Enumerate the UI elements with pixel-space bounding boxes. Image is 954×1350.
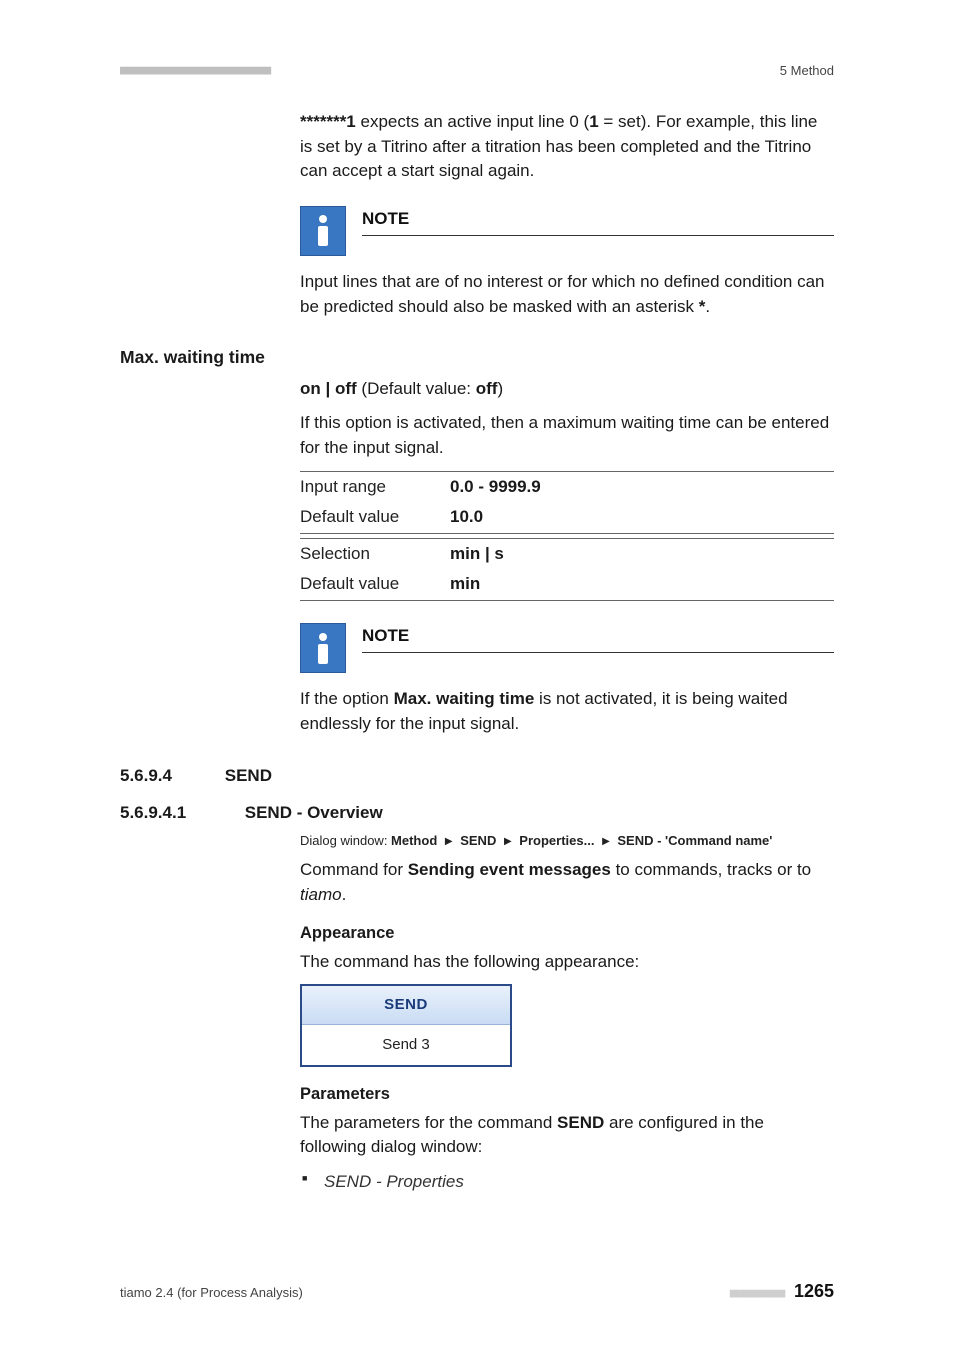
param-label: Input range [300,471,450,502]
triangle-icon: ▶ [504,835,512,850]
table-row: Selection min | s [300,538,834,569]
maxwait-desc: If this option is activated, then a maxi… [300,411,834,460]
page-header: ■■■■■■■■■■■■■■■■■■■■■■ 5 Method [120,62,834,81]
path-part: SEND - 'Command name' [617,833,772,848]
note1-text-end: . [705,297,710,316]
list-item: SEND - Properties [318,1170,834,1195]
footer-left: tiamo 2.4 (for Process Analysis) [120,1284,303,1303]
section-title: SEND [225,766,272,785]
maxwait-paren-label: (Default value: [357,379,476,398]
param-label: Default value [300,569,450,600]
path-part: Properties... [519,833,594,848]
dialog-label: Dialog window: [300,833,391,848]
note2-bold: Max. waiting time [394,689,535,708]
param-label: Default value [300,502,450,533]
intro-paragraph: *******1 expects an active input line 0 … [300,110,834,184]
param-value: min | s [450,538,834,569]
send-command-desc: Command for Sending event messages to co… [300,858,834,907]
param-desc-1: The parameters for the command [300,1113,557,1132]
triangle-icon: ▶ [445,835,453,850]
intro-one-bold: 1 [589,112,598,131]
section-title: SEND - Overview [245,803,383,822]
cmd-desc-italic: tiamo [300,885,342,904]
param-value: min [450,569,834,600]
chapter-label: 5 Method [780,62,834,81]
note-body-1: Input lines that are of no interest or f… [300,270,834,319]
send-box-title: SEND [302,986,510,1025]
note-body-2: If the option Max. waiting time is not a… [300,687,834,736]
maxwait-default: off [476,379,498,398]
param-value: 10.0 [450,502,834,533]
parameters-desc: The parameters for the command SEND are … [300,1111,834,1160]
param-label: Selection [300,538,450,569]
maxwait-paren-close: ) [497,379,503,398]
footer-dots: ■■■■■■■■ [730,1286,785,1301]
dialog-window-path: Dialog window: Method ▶ SEND ▶ Propertie… [300,832,834,851]
cmd-desc-bold: Sending event messages [408,860,611,879]
table-row: Input range 0.0 - 9999.9 [300,471,834,502]
section-number: 5.6.9.4.1 [120,801,240,826]
footer-right: ■■■■■■■■ 1265 [730,1278,834,1304]
path-part: SEND [460,833,496,848]
note-box-1: NOTE Input lines that are of no interest… [300,206,834,319]
page-footer: tiamo 2.4 (for Process Analysis) ■■■■■■■… [120,1278,834,1304]
cmd-desc-3: . [342,885,347,904]
parameters-heading: Parameters [300,1083,834,1107]
triangle-icon: ▶ [602,835,610,850]
info-icon [300,206,346,256]
page-number: 1265 [794,1281,834,1301]
max-waiting-heading: Max. waiting time [120,345,834,370]
param-desc-bold: SEND [557,1113,604,1132]
send-box-label: Send 3 [302,1025,510,1065]
cmd-desc-1: Command for [300,860,408,879]
parameters-list: SEND - Properties [300,1170,834,1195]
intro-pattern: *******1 [300,112,356,131]
section-5.6.9.4.1: 5.6.9.4.1 SEND - Overview [120,801,834,826]
intro-text-1: expects an active input line 0 ( [356,112,589,131]
note-box-2: NOTE If the option Max. waiting time is … [300,623,834,736]
table-row: Default value 10.0 [300,502,834,533]
header-dots: ■■■■■■■■■■■■■■■■■■■■■■ [120,62,270,81]
table-row: Default value min [300,569,834,600]
maxwait-options: on | off [300,379,357,398]
path-part: Method [391,833,437,848]
appearance-desc: The command has the following appearance… [300,950,834,975]
param-table-2: Selection min | s Default value min [300,538,834,601]
appearance-heading: Appearance [300,922,834,946]
note2-text-1: If the option [300,689,394,708]
note-title: NOTE [362,207,834,236]
cmd-desc-2: to commands, tracks or to [611,860,811,879]
info-icon [300,623,346,673]
section-5.6.9.4: 5.6.9.4 SEND [120,764,834,789]
send-command-box: SEND Send 3 [300,984,512,1067]
maxwait-default-line: on | off (Default value: off) [300,377,834,402]
section-number: 5.6.9.4 [120,764,220,789]
param-table-1: Input range 0.0 - 9999.9 Default value 1… [300,471,834,534]
note1-text: Input lines that are of no interest or f… [300,272,825,316]
param-value: 0.0 - 9999.9 [450,471,834,502]
note-title: NOTE [362,624,834,653]
